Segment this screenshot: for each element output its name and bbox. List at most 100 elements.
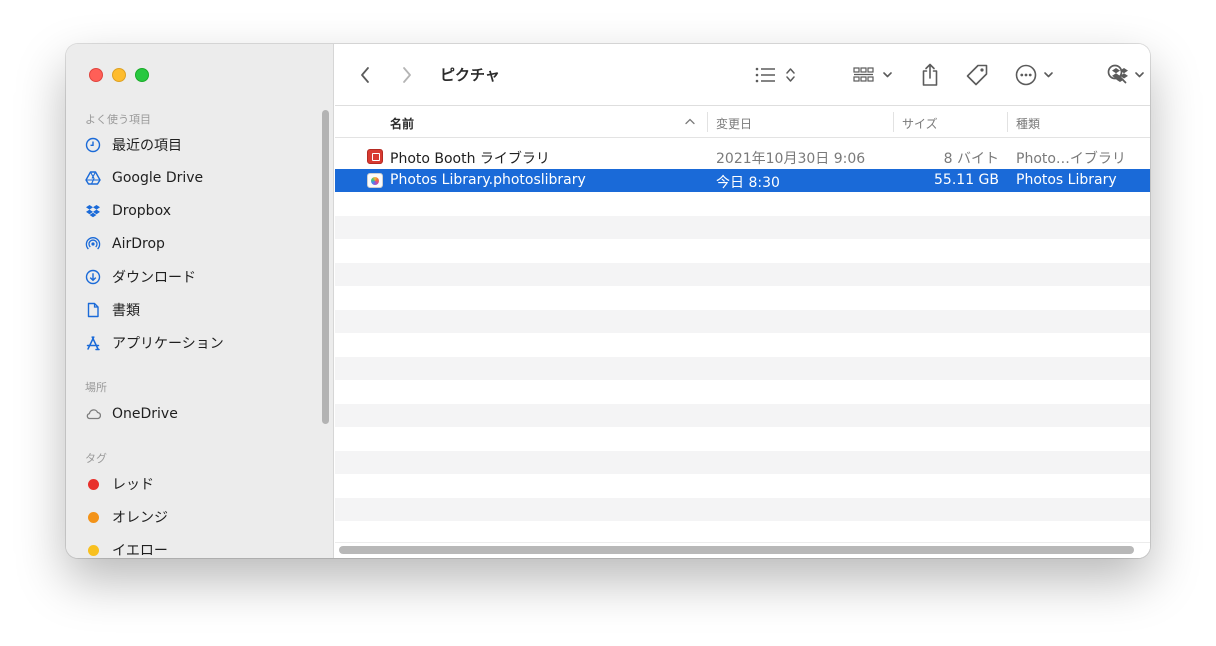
column-name-label: 名前	[390, 117, 415, 131]
sidebar-item-label: ダウンロード	[112, 270, 196, 286]
sidebar-item-onedrive[interactable]: OneDrive	[84, 402, 314, 426]
airdrop-icon	[84, 235, 102, 253]
zoom-button[interactable]	[135, 68, 149, 82]
column-name-header[interactable]: 名前	[390, 115, 414, 132]
tag-dot-container	[84, 541, 102, 558]
share-button[interactable]	[920, 62, 940, 88]
window-title: ピクチャ	[440, 66, 500, 84]
sidebar-item-tag-yellow[interactable]: イエロー	[84, 538, 314, 558]
yellow-tag-icon	[87, 544, 99, 556]
column-date-label: 変更日	[716, 117, 753, 131]
file-name: Photo Booth ライブラリ	[390, 151, 550, 167]
minimize-button[interactable]	[112, 68, 126, 82]
tag-icon	[966, 64, 988, 86]
red-tag-icon	[87, 478, 99, 490]
sidebar-item-tag-orange[interactable]: オレンジ	[84, 505, 314, 529]
tag-button[interactable]	[965, 62, 989, 88]
photos-library-icon	[367, 172, 383, 188]
cloud-icon	[84, 405, 102, 423]
column-divider[interactable]	[707, 112, 708, 132]
sidebar-item-label: イエロー	[112, 543, 168, 558]
file-date: 2021年10月30日 9:06	[716, 151, 866, 167]
column-divider[interactable]	[1007, 112, 1008, 132]
tag-dot-container	[84, 508, 102, 526]
view-mode-button[interactable]	[755, 62, 797, 88]
sidebar-item-downloads[interactable]: ダウンロード	[84, 265, 314, 289]
download-icon	[84, 268, 102, 286]
sidebar-item-label: AirDrop	[112, 236, 165, 252]
back-button[interactable]	[359, 62, 371, 88]
empty-row	[335, 262, 1150, 286]
google-drive-icon	[84, 169, 102, 187]
column-size-header[interactable]: サイズ	[902, 115, 938, 132]
document-icon	[84, 301, 102, 319]
tag-dot-container	[84, 475, 102, 493]
more-actions-button[interactable]	[1015, 62, 1059, 88]
table-row[interactable]: Photo Booth ライブラリ 2021年10月30日 9:06 8 バイト…	[335, 145, 1150, 169]
empty-row	[335, 403, 1150, 427]
empty-row	[335, 521, 1150, 545]
empty-row	[335, 356, 1150, 380]
clock-icon	[84, 136, 102, 154]
ellipsis-circle-icon	[1015, 64, 1053, 86]
sidebar-item-label: アプリケーション	[112, 336, 224, 352]
file-name: Photos Library.photoslibrary	[390, 171, 586, 188]
file-kind: Photos Library	[1016, 171, 1117, 188]
sidebar-item-tag-red[interactable]: レッド	[84, 472, 314, 496]
empty-row	[335, 286, 1150, 310]
column-header: 名前 変更日 サイズ 種類	[335, 106, 1150, 138]
sidebar-item-label: Dropbox	[112, 203, 171, 219]
empty-row	[335, 239, 1150, 263]
sidebar-scrollbar[interactable]	[322, 110, 329, 424]
share-icon	[922, 63, 938, 86]
file-kind: Photo…イブラリ	[1016, 151, 1126, 167]
empty-row	[335, 215, 1150, 239]
search-icon	[1107, 64, 1127, 84]
sidebar-item-documents[interactable]: 書類	[84, 298, 314, 322]
horizontal-scroll-track	[335, 542, 1150, 558]
empty-row	[335, 497, 1150, 521]
list-view-icon	[755, 67, 795, 83]
column-date-header[interactable]: 変更日	[716, 115, 752, 132]
orange-tag-icon	[87, 511, 99, 523]
forward-button[interactable]	[401, 62, 413, 88]
dropbox-icon	[84, 202, 102, 220]
finder-window: よく使う項目 最近の項目 Google Drive Dropbox AirDro…	[66, 44, 1150, 558]
sidebar-section-favorites: よく使う項目	[85, 113, 151, 126]
sidebar-item-airdrop[interactable]: AirDrop	[84, 232, 314, 256]
empty-row	[335, 474, 1150, 498]
group-button[interactable]	[853, 62, 895, 88]
empty-row	[335, 450, 1150, 474]
file-size: 55.11 GB	[934, 171, 999, 188]
search-button[interactable]	[1106, 63, 1130, 87]
sort-ascending-icon[interactable]	[684, 115, 696, 129]
sidebar-item-label: オレンジ	[112, 510, 168, 526]
chevron-right-icon	[403, 67, 411, 83]
sidebar: よく使う項目 最近の項目 Google Drive Dropbox AirDro…	[66, 44, 334, 558]
file-date: 今日 8:30	[716, 174, 780, 191]
sidebar-item-label: OneDrive	[112, 406, 178, 422]
sidebar-section-locations: 場所	[85, 381, 107, 394]
sidebar-item-dropbox[interactable]: Dropbox	[84, 199, 314, 223]
file-size: 8 バイト	[943, 151, 999, 167]
sidebar-item-applications[interactable]: アプリケーション	[84, 331, 314, 355]
table-row-selected[interactable]: Photos Library.photoslibrary 今日 8:30 55.…	[335, 168, 1150, 192]
column-divider[interactable]	[893, 112, 894, 132]
applications-icon	[84, 334, 102, 352]
toolbar: ピクチャ	[335, 44, 1150, 106]
grid-group-icon	[853, 67, 892, 82]
sidebar-item-recents[interactable]: 最近の項目	[84, 133, 314, 157]
window-controls	[89, 68, 149, 82]
close-button[interactable]	[89, 68, 103, 82]
photo-booth-library-icon	[367, 149, 383, 164]
sidebar-item-label: 書類	[112, 303, 140, 319]
sidebar-item-google-drive[interactable]: Google Drive	[84, 166, 314, 190]
column-kind-header[interactable]: 種類	[1016, 115, 1040, 132]
empty-row	[335, 192, 1150, 216]
chevron-left-icon	[361, 67, 369, 83]
sidebar-section-tags: タグ	[85, 452, 107, 465]
file-list: Photo Booth ライブラリ 2021年10月30日 9:06 8 バイト…	[335, 145, 1150, 545]
empty-row	[335, 333, 1150, 357]
horizontal-scrollbar[interactable]	[339, 546, 1134, 554]
column-size-label: サイズ	[902, 117, 938, 131]
